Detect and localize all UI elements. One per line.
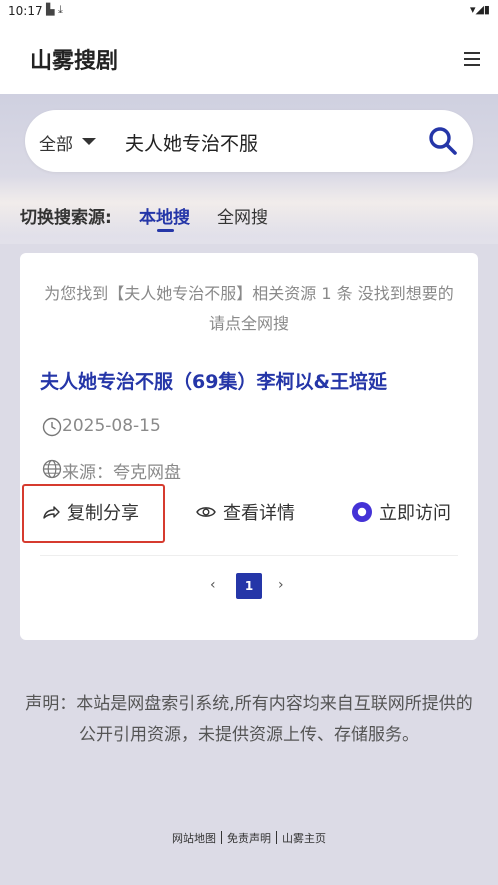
- prev-page-button[interactable]: ‹: [210, 577, 216, 593]
- system-icons: ▾◢▮: [469, 3, 490, 16]
- source-label: 切换搜索源:: [20, 208, 112, 228]
- footer-link-disclaimer[interactable]: 免责声明: [227, 832, 271, 845]
- eye-icon: [196, 507, 216, 517]
- disclaimer: 声明：本站是网盘索引系统,所有内容均来自互联网所提供的公开引用资源，未提供资源上…: [25, 694, 473, 745]
- view-details-label: 查看详情: [223, 503, 295, 524]
- result-date-text: 2025-08-15: [62, 416, 161, 436]
- result-title[interactable]: 夫人她专治不服（69集）李柯以&王培延: [40, 367, 470, 394]
- tab-web-search[interactable]: 全网搜: [217, 203, 268, 228]
- pagination: ‹ 1 ›: [20, 571, 478, 601]
- status-time: 10:17: [8, 4, 43, 18]
- results-message: 为您找到【夫人她专治不服】相关资源 1 条 没找到想要的请点全网搜: [44, 284, 454, 333]
- footer-links: 网站地图 免责声明 山雾主页: [0, 830, 498, 846]
- tab-local-search[interactable]: 本地搜: [139, 203, 190, 228]
- globe-icon: [42, 459, 62, 479]
- search-bar: 全部: [25, 110, 473, 172]
- scope-select[interactable]: 全部: [39, 130, 73, 155]
- next-page-button[interactable]: ›: [278, 577, 284, 593]
- highlight-box: [22, 484, 165, 543]
- site-title[interactable]: 山雾搜剧: [30, 43, 118, 75]
- footer-separator: [276, 831, 277, 844]
- results-card: 为您找到【夫人她专治不服】相关资源 1 条 没找到想要的请点全网搜 夫人她专治不…: [20, 253, 478, 640]
- clock-icon: [42, 417, 62, 437]
- footer-link-home[interactable]: 山雾主页: [282, 832, 326, 845]
- visit-now-label: 立即访问: [379, 503, 451, 524]
- search-icon[interactable]: [427, 125, 459, 157]
- app-header: 山雾搜剧: [0, 22, 498, 94]
- active-tab-indicator: [157, 229, 174, 232]
- search-input[interactable]: [123, 124, 417, 160]
- card-divider: [40, 555, 458, 556]
- target-circle-icon: [352, 502, 372, 522]
- status-bar: 10:17 ▙ ⤓ ▾◢▮: [0, 0, 498, 22]
- menu-icon[interactable]: [464, 52, 480, 66]
- footer-separator: [221, 831, 222, 844]
- result-source-text: 来源：夸克网盘: [62, 463, 181, 483]
- footer-link-sitemap[interactable]: 网站地图: [172, 832, 216, 845]
- current-page[interactable]: 1: [236, 573, 262, 599]
- chevron-down-icon[interactable]: [82, 138, 96, 145]
- notification-icons: ▙ ⤓: [46, 3, 63, 16]
